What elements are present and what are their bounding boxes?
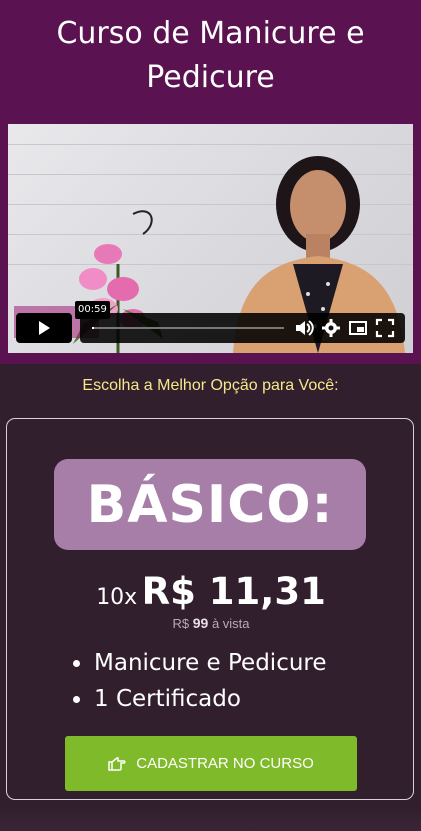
fullscreen-icon[interactable] <box>375 318 395 338</box>
feature-label: Manicure e Pedicure <box>94 650 327 676</box>
enroll-button[interactable]: CADASTRAR NO CURSO <box>65 736 357 791</box>
play-icon <box>39 321 50 335</box>
pricing-card: BÁSICO: 10x R$ 11,31 R$ 99 à vista Manic… <box>6 418 414 800</box>
feature-list: Manicure e Pedicure 1 Certificado <box>73 645 403 717</box>
feature-label: 1 Certificado <box>94 686 241 712</box>
offer-subtitle: Escolha a Melhor Opção para Você: <box>82 377 339 394</box>
progress-fill <box>92 327 94 329</box>
installment-price: R$ 11,31 <box>141 570 326 613</box>
hand-pointer-icon <box>108 756 126 771</box>
installments-prefix: 10x <box>96 585 138 610</box>
enroll-button-label: CADASTRAR NO CURSO <box>136 755 314 772</box>
bullet-icon <box>73 659 80 667</box>
picture-in-picture-icon[interactable] <box>348 318 368 338</box>
play-button[interactable] <box>16 313 72 343</box>
plan-badge: BÁSICO: <box>54 459 366 550</box>
page-title: Curso de Manicure e Pedicure <box>0 12 421 100</box>
page-footer-edge <box>0 808 421 831</box>
list-item: Manicure e Pedicure <box>73 645 403 681</box>
settings-icon[interactable] <box>321 318 341 338</box>
bullet-icon <box>73 695 80 703</box>
video-player[interactable]: 00:59 <box>8 124 413 353</box>
page-title-line1: Curso de Manicure e <box>56 16 365 51</box>
cash-prefix: R$ <box>172 616 190 631</box>
cash-suffix: à vista <box>211 616 250 631</box>
cash-value: 99 <box>192 615 209 631</box>
list-item: 1 Certificado <box>73 681 403 717</box>
video-controls <box>80 313 405 343</box>
price-row: 10x R$ 11,31 <box>7 570 415 613</box>
cash-price: R$ 99 à vista <box>7 615 415 632</box>
page-title-line2: Pedicure <box>146 60 275 95</box>
header-section: Curso de Manicure e Pedicure 00:59 <box>0 0 421 364</box>
volume-icon[interactable] <box>294 318 314 338</box>
progress-bar[interactable] <box>92 327 284 329</box>
plan-name: BÁSICO: <box>86 474 334 535</box>
